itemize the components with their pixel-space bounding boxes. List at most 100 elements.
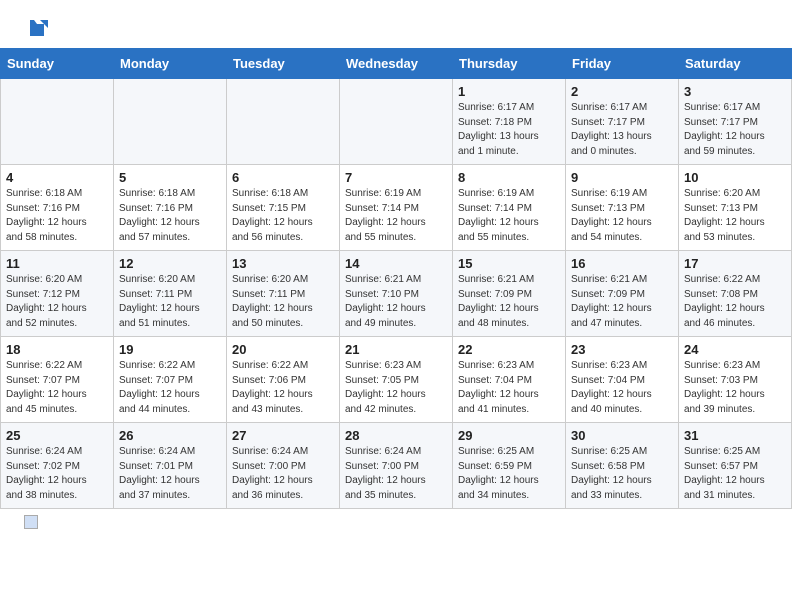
day-cell: 14 Sunrise: 6:21 AM Sunset: 7:10 PM Dayli… — [340, 251, 453, 337]
day-number: 25 — [6, 428, 108, 443]
day-info: Sunrise: 6:24 AM Sunset: 7:02 PM Dayligh… — [6, 446, 87, 501]
day-info: Sunrise: 6:22 AM Sunset: 7:06 PM Dayligh… — [232, 360, 313, 415]
day-number: 7 — [345, 170, 447, 185]
day-cell: 22Sunrise: 6:23 AM Sunset: 7:04 PM Dayli… — [453, 337, 566, 423]
day-cell: 12 Sunrise: 6:20 AM Sunset: 7:11 PM Dayli… — [114, 251, 227, 337]
day-cell: 20Sunrise: 6:22 AM Sunset: 7:06 PM Dayli… — [227, 337, 340, 423]
week-row-4: 18 Sunrise: 6:22 AM Sunset: 7:07 PM Dayli… — [1, 337, 792, 423]
col-header-thursday: Thursday — [453, 49, 566, 79]
day-info: Sunrise: 6:23 AM Sunset: 7:03 PM Dayligh… — [684, 360, 765, 415]
day-cell — [1, 79, 114, 165]
day-cell: 2 Sunrise: 6:17 AM Sunset: 7:17 PM Daylig… — [566, 79, 679, 165]
week-row-3: 11 Sunrise: 6:20 AM Sunset: 7:12 PM Dayli… — [1, 251, 792, 337]
day-cell: 17 Sunrise: 6:22 AM Sunset: 7:08 PM Dayli… — [679, 251, 792, 337]
day-number: 6 — [232, 170, 334, 185]
day-number: 5 — [119, 170, 221, 185]
page-header — [0, 0, 792, 48]
day-cell: 30 Sunrise: 6:25 AM Sunset: 6:58 PM Dayli… — [566, 423, 679, 509]
day-number: 21 — [345, 342, 447, 357]
day-info: Sunrise: 6:21 AM Sunset: 7:09 PM Dayligh… — [458, 274, 539, 329]
day-number: 26 — [119, 428, 221, 443]
day-cell: 15 Sunrise: 6:21 AM Sunset: 7:09 PM Dayli… — [453, 251, 566, 337]
day-number: 1 — [458, 84, 560, 99]
day-cell: 24 Sunrise: 6:23 AM Sunset: 7:03 PM Dayli… — [679, 337, 792, 423]
day-cell: 29 Sunrise: 6:25 AM Sunset: 6:59 PM Dayli… — [453, 423, 566, 509]
day-info: Sunrise: 6:17 AM Sunset: 7:17 PM Dayligh… — [571, 102, 652, 157]
day-info: Sunrise: 6:22 AM Sunset: 7:07 PM Dayligh… — [119, 360, 200, 415]
logo-text — [24, 18, 48, 40]
day-cell — [340, 79, 453, 165]
day-cell: 16Sunrise: 6:21 AM Sunset: 7:09 PM Dayli… — [566, 251, 679, 337]
day-cell — [227, 79, 340, 165]
calendar-body: 1 Sunrise: 6:17 AM Sunset: 7:18 PM Daylig… — [1, 79, 792, 509]
day-number: 23 — [571, 342, 673, 357]
day-info: Sunrise: 6:24 AM Sunset: 7:00 PM Dayligh… — [232, 446, 313, 501]
day-info: Sunrise: 6:17 AM Sunset: 7:18 PM Dayligh… — [458, 102, 539, 157]
calendar-header: SundayMondayTuesdayWednesdayThursdayFrid… — [1, 49, 792, 79]
day-info: Sunrise: 6:22 AM Sunset: 7:07 PM Dayligh… — [6, 360, 87, 415]
day-cell: 7Sunrise: 6:19 AM Sunset: 7:14 PM Daylig… — [340, 165, 453, 251]
week-row-1: 1 Sunrise: 6:17 AM Sunset: 7:18 PM Daylig… — [1, 79, 792, 165]
day-number: 31 — [684, 428, 786, 443]
day-number: 17 — [684, 256, 786, 271]
day-info: Sunrise: 6:19 AM Sunset: 7:13 PM Dayligh… — [571, 188, 652, 243]
day-info: Sunrise: 6:17 AM Sunset: 7:17 PM Dayligh… — [684, 102, 765, 157]
day-cell: 11 Sunrise: 6:20 AM Sunset: 7:12 PM Dayli… — [1, 251, 114, 337]
day-number: 9 — [571, 170, 673, 185]
col-header-monday: Monday — [114, 49, 227, 79]
day-cell: 6 Sunrise: 6:18 AM Sunset: 7:15 PM Daylig… — [227, 165, 340, 251]
day-number: 27 — [232, 428, 334, 443]
day-info: Sunrise: 6:25 AM Sunset: 6:58 PM Dayligh… — [571, 446, 652, 501]
day-cell: 28 Sunrise: 6:24 AM Sunset: 7:00 PM Dayli… — [340, 423, 453, 509]
day-cell: 1 Sunrise: 6:17 AM Sunset: 7:18 PM Daylig… — [453, 79, 566, 165]
day-number: 30 — [571, 428, 673, 443]
day-info: Sunrise: 6:18 AM Sunset: 7:15 PM Dayligh… — [232, 188, 313, 243]
col-header-sunday: Sunday — [1, 49, 114, 79]
day-info: Sunrise: 6:23 AM Sunset: 7:04 PM Dayligh… — [571, 360, 652, 415]
col-header-friday: Friday — [566, 49, 679, 79]
day-number: 8 — [458, 170, 560, 185]
day-info: Sunrise: 6:18 AM Sunset: 7:16 PM Dayligh… — [6, 188, 87, 243]
day-info: Sunrise: 6:21 AM Sunset: 7:10 PM Dayligh… — [345, 274, 426, 329]
day-info: Sunrise: 6:22 AM Sunset: 7:08 PM Dayligh… — [684, 274, 765, 329]
header-row: SundayMondayTuesdayWednesdayThursdayFrid… — [1, 49, 792, 79]
day-info: Sunrise: 6:20 AM Sunset: 7:12 PM Dayligh… — [6, 274, 87, 329]
day-cell: 8 Sunrise: 6:19 AM Sunset: 7:14 PM Daylig… — [453, 165, 566, 251]
day-cell: 9 Sunrise: 6:19 AM Sunset: 7:13 PM Daylig… — [566, 165, 679, 251]
legend-box — [24, 515, 38, 529]
day-info: Sunrise: 6:19 AM Sunset: 7:14 PM Dayligh… — [458, 188, 539, 243]
day-number: 14 — [345, 256, 447, 271]
day-number: 28 — [345, 428, 447, 443]
day-info: Sunrise: 6:20 AM Sunset: 7:11 PM Dayligh… — [232, 274, 313, 329]
day-number: 29 — [458, 428, 560, 443]
day-cell: 31 Sunrise: 6:25 AM Sunset: 6:57 PM Dayli… — [679, 423, 792, 509]
week-row-2: 4 Sunrise: 6:18 AM Sunset: 7:16 PM Daylig… — [1, 165, 792, 251]
day-info: Sunrise: 6:24 AM Sunset: 7:00 PM Dayligh… — [345, 446, 426, 501]
day-info: Sunrise: 6:25 AM Sunset: 6:57 PM Dayligh… — [684, 446, 765, 501]
day-number: 18 — [6, 342, 108, 357]
footer — [0, 509, 792, 535]
calendar-table: SundayMondayTuesdayWednesdayThursdayFrid… — [0, 48, 792, 509]
day-cell — [114, 79, 227, 165]
day-info: Sunrise: 6:25 AM Sunset: 6:59 PM Dayligh… — [458, 446, 539, 501]
day-info: Sunrise: 6:21 AM Sunset: 7:09 PM Dayligh… — [571, 274, 652, 329]
day-number: 2 — [571, 84, 673, 99]
day-number: 22 — [458, 342, 560, 357]
day-number: 4 — [6, 170, 108, 185]
day-info: Sunrise: 6:20 AM Sunset: 7:11 PM Dayligh… — [119, 274, 200, 329]
week-row-5: 25 Sunrise: 6:24 AM Sunset: 7:02 PM Dayli… — [1, 423, 792, 509]
day-number: 15 — [458, 256, 560, 271]
day-number: 10 — [684, 170, 786, 185]
day-cell: 4 Sunrise: 6:18 AM Sunset: 7:16 PM Daylig… — [1, 165, 114, 251]
logo — [24, 18, 48, 40]
day-number: 12 — [119, 256, 221, 271]
day-cell: 18 Sunrise: 6:22 AM Sunset: 7:07 PM Dayli… — [1, 337, 114, 423]
day-info: Sunrise: 6:18 AM Sunset: 7:16 PM Dayligh… — [119, 188, 200, 243]
day-number: 24 — [684, 342, 786, 357]
day-number: 19 — [119, 342, 221, 357]
day-cell: 5 Sunrise: 6:18 AM Sunset: 7:16 PM Daylig… — [114, 165, 227, 251]
day-cell: 13Sunrise: 6:20 AM Sunset: 7:11 PM Dayli… — [227, 251, 340, 337]
day-number: 11 — [6, 256, 108, 271]
day-cell: 23 Sunrise: 6:23 AM Sunset: 7:04 PM Dayli… — [566, 337, 679, 423]
day-cell: 10Sunrise: 6:20 AM Sunset: 7:13 PM Dayli… — [679, 165, 792, 251]
